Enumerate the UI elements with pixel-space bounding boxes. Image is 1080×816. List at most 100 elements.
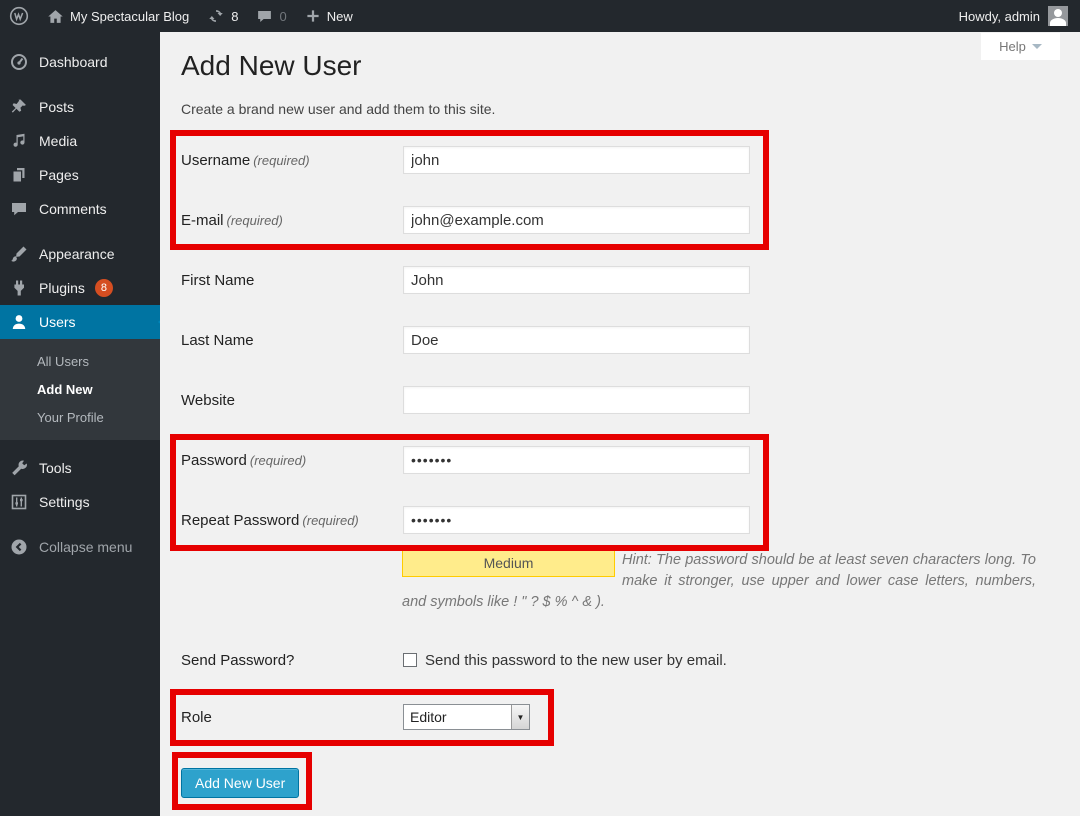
pages-icon — [9, 165, 29, 185]
required-text: (required) — [250, 453, 306, 468]
select-arrow-icon: ▼ — [511, 705, 529, 729]
first-name-row: First Name — [181, 250, 1060, 310]
sidebar-label: Appearance — [39, 246, 115, 262]
chevron-down-icon — [1032, 44, 1042, 54]
sidebar-item-media[interactable]: Media — [0, 124, 160, 158]
sidebar-label: Comments — [39, 201, 107, 217]
email-label: E-mail(required) — [181, 212, 403, 229]
sidebar-item-posts[interactable]: Posts — [0, 90, 160, 124]
sidebar-item-tools[interactable]: Tools — [0, 451, 160, 485]
add-new-user-button[interactable]: Add New User — [181, 768, 299, 798]
first-name-label: First Name — [181, 272, 403, 289]
username-label: Username(required) — [181, 152, 403, 169]
password-strength-meter: Medium — [402, 550, 615, 577]
sidebar-label: Settings — [39, 494, 90, 510]
email-input[interactable] — [403, 206, 750, 234]
new-label: New — [327, 9, 353, 24]
website-input[interactable] — [403, 386, 750, 414]
submenu-item-your-profile[interactable]: Your Profile — [0, 403, 160, 431]
sidebar-item-users[interactable]: Users — [0, 305, 160, 339]
new-content-menu[interactable]: New — [296, 0, 362, 32]
sidebar-label: Tools — [39, 460, 72, 476]
username-row: Username(required) — [181, 130, 1060, 190]
home-icon — [47, 8, 64, 25]
paintbrush-icon — [9, 244, 29, 264]
password-label: Password(required) — [181, 452, 403, 469]
label-text: Last Name — [181, 332, 254, 349]
admin-bar: My Spectacular Blog 8 0 New Howdy, admin — [0, 0, 1080, 32]
last-name-row: Last Name — [181, 310, 1060, 370]
sidebar-label: Collapse menu — [39, 539, 132, 555]
plus-icon — [305, 8, 321, 24]
wordpress-logo-icon — [9, 6, 29, 26]
send-password-label: Send Password? — [181, 652, 403, 669]
help-label: Help — [999, 39, 1026, 54]
dashboard-icon — [9, 52, 29, 72]
wordpress-logo-menu[interactable] — [0, 0, 38, 32]
updates-menu[interactable]: 8 — [198, 0, 247, 32]
password-strength-section: Medium Hint: The password should be at l… — [402, 550, 1036, 634]
pushpin-icon — [9, 97, 29, 117]
sidebar-label: Dashboard — [39, 54, 108, 70]
media-icon — [9, 131, 29, 151]
label-text: Username — [181, 152, 250, 169]
label-text: E-mail — [181, 212, 224, 229]
users-submenu: All Users Add New Your Profile — [0, 339, 160, 440]
sidebar-item-dashboard[interactable]: Dashboard — [0, 45, 160, 79]
page-subtitle: Create a brand new user and add them to … — [181, 101, 1060, 118]
sidebar-item-plugins[interactable]: Plugins 8 — [0, 271, 160, 305]
sidebar-label: Posts — [39, 99, 74, 115]
sidebar-label: Pages — [39, 167, 79, 183]
comments-icon — [9, 199, 29, 219]
comment-count: 0 — [279, 9, 286, 24]
send-password-row: Send Password? Send this password to the… — [181, 634, 1060, 686]
comment-bubble-icon — [256, 8, 273, 25]
password-row: Password(required) — [181, 430, 1060, 490]
page-title: Add New User — [181, 48, 1060, 84]
email-row: E-mail(required) — [181, 190, 1060, 250]
howdy-text[interactable]: Howdy, admin — [959, 9, 1040, 24]
required-text: (required) — [227, 213, 283, 228]
send-password-checkbox-label: Send this password to the new user by em… — [425, 652, 727, 669]
label-text: First Name — [181, 272, 254, 289]
submenu-item-all-users[interactable]: All Users — [0, 347, 160, 375]
repeat-password-label: Repeat Password(required) — [181, 512, 403, 529]
plug-icon — [9, 278, 29, 298]
repeat-password-row: Repeat Password(required) — [181, 490, 1060, 550]
first-name-input[interactable] — [403, 266, 750, 294]
help-button[interactable]: Help — [981, 33, 1060, 60]
label-text: Role — [181, 709, 212, 726]
website-label: Website — [181, 392, 403, 409]
update-count: 8 — [231, 9, 238, 24]
sidebar-item-settings[interactable]: Settings — [0, 485, 160, 519]
site-name: My Spectacular Blog — [70, 9, 189, 24]
sidebar-label: Users — [39, 314, 76, 330]
website-row: Website — [181, 370, 1060, 430]
send-password-checkbox[interactable] — [403, 653, 417, 667]
main-content: Help Add New User Create a brand new use… — [160, 32, 1080, 816]
sidebar-item-pages[interactable]: Pages — [0, 158, 160, 192]
site-name-menu[interactable]: My Spectacular Blog — [38, 0, 198, 32]
avatar[interactable] — [1048, 6, 1068, 26]
label-text: Password — [181, 452, 247, 469]
last-name-input[interactable] — [403, 326, 750, 354]
wrench-icon — [9, 458, 29, 478]
username-input[interactable] — [403, 146, 750, 174]
sidebar-item-appearance[interactable]: Appearance — [0, 237, 160, 271]
role-select[interactable]: Editor ▼ — [403, 704, 530, 730]
required-text: (required) — [253, 153, 309, 168]
comments-menu[interactable]: 0 — [247, 0, 295, 32]
last-name-label: Last Name — [181, 332, 403, 349]
submenu-item-add-new[interactable]: Add New — [0, 375, 160, 403]
sidebar-item-comments[interactable]: Comments — [0, 192, 160, 226]
label-text: Website — [181, 392, 235, 409]
role-label: Role — [181, 709, 403, 726]
label-text: Repeat Password — [181, 512, 299, 529]
role-selected-value: Editor — [404, 709, 511, 725]
repeat-password-input[interactable] — [403, 506, 750, 534]
admin-sidebar: Dashboard Posts Media Pages Comments App… — [0, 32, 160, 816]
role-row: Role Editor ▼ — [181, 686, 1060, 748]
plugins-update-badge: 8 — [95, 279, 113, 297]
sidebar-item-collapse-menu[interactable]: Collapse menu — [0, 530, 160, 564]
password-input[interactable] — [403, 446, 750, 474]
